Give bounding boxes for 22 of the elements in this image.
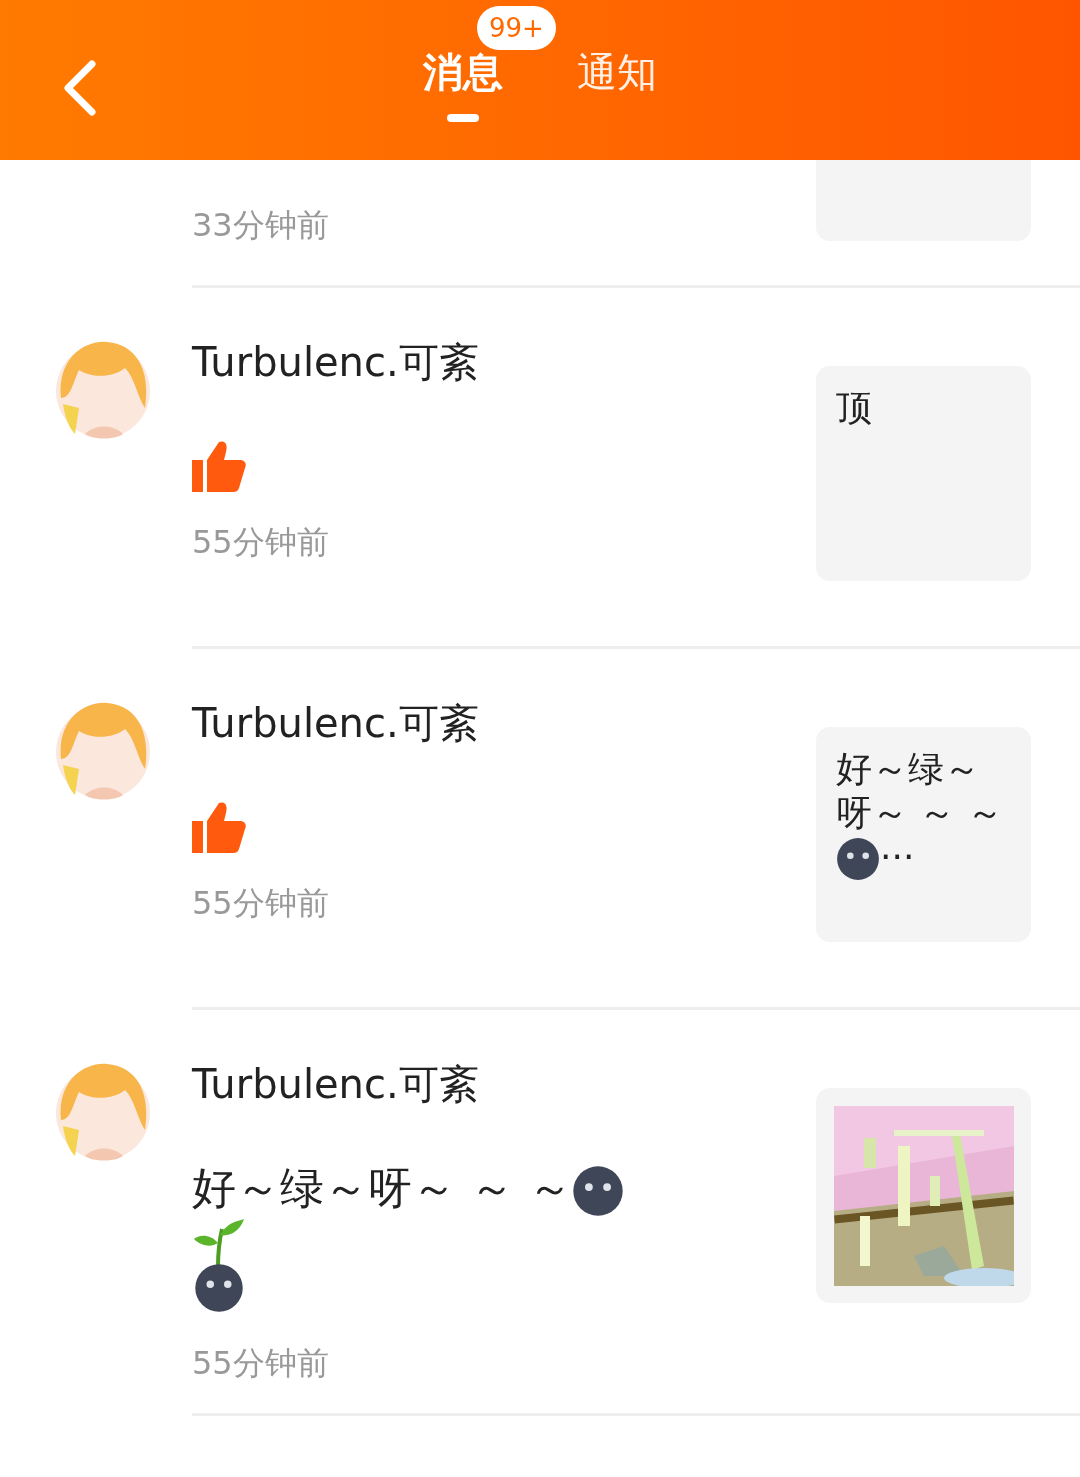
username[interactable]: Turbulenc.可紊 — [192, 1060, 479, 1108]
thumbs-up-icon — [192, 440, 246, 492]
timestamp: 55分钟前 — [192, 522, 329, 562]
preview-text: ··· — [880, 836, 915, 877]
tab-indicator — [447, 114, 479, 122]
preview-card[interactable]: 好～绿～呀～ ～ ～ ··· — [816, 727, 1031, 942]
username[interactable]: Turbulenc.可紊 — [192, 338, 479, 386]
back-icon[interactable] — [62, 60, 96, 116]
preview-text: 顶 — [836, 387, 872, 428]
timestamp: 33分钟前 — [192, 206, 329, 244]
sprout-moon-icon — [192, 1217, 246, 1313]
username[interactable]: Turbulenc.可紊 — [192, 699, 479, 747]
moon-face-icon — [572, 1165, 624, 1217]
timestamp: 55分钟前 — [192, 1343, 329, 1383]
preview-card[interactable]: 顶 — [816, 366, 1031, 581]
preview-card[interactable] — [816, 1088, 1031, 1303]
timestamp: 55分钟前 — [192, 883, 329, 923]
thumbs-up-icon — [192, 801, 246, 853]
moon-face-icon — [836, 837, 880, 881]
preview-text: 好～绿～呀～ ～ ～ — [836, 748, 1003, 833]
unread-badge: 99+ — [477, 6, 556, 50]
message-text: 好～绿～呀～ ～ ～ — [192, 1162, 572, 1213]
